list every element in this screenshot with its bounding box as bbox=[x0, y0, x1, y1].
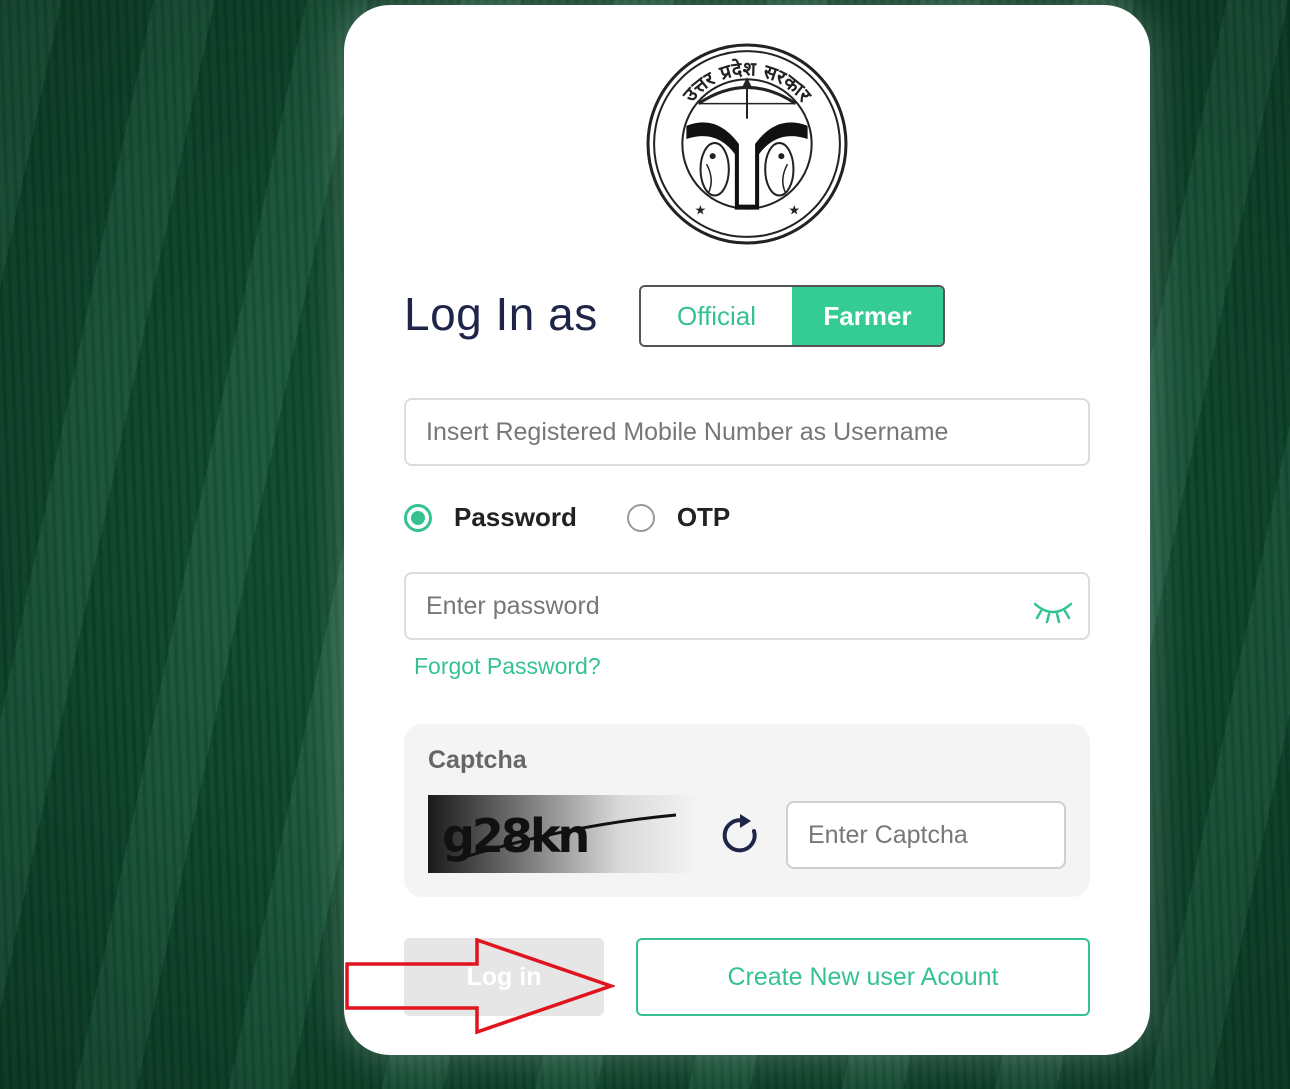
forgot-password-link[interactable]: Forgot Password? bbox=[414, 653, 601, 680]
role-official-button[interactable]: Official bbox=[641, 287, 792, 345]
refresh-icon[interactable] bbox=[720, 813, 762, 857]
role-farmer-button[interactable]: Farmer bbox=[792, 287, 943, 345]
svg-text:★: ★ bbox=[788, 203, 800, 218]
captcha-input[interactable]: Enter Captcha bbox=[786, 801, 1066, 869]
login-button[interactable]: Log in bbox=[404, 938, 604, 1016]
role-toggle: Official Farmer bbox=[639, 285, 945, 347]
otp-radio[interactable]: OTP bbox=[626, 502, 731, 533]
captcha-image: g28kn bbox=[428, 795, 700, 873]
login-card: उत्तर प्रदेश सरकार ★ ★ Log In as Officia… bbox=[344, 5, 1150, 1055]
captcha-placeholder: Enter Captcha bbox=[808, 820, 968, 849]
password-radio[interactable]: Password bbox=[404, 502, 577, 533]
username-placeholder: Insert Registered Mobile Number as Usern… bbox=[426, 417, 949, 446]
auth-method-radio-group: Password OTP bbox=[404, 502, 780, 533]
radio-unchecked-icon[interactable] bbox=[626, 503, 655, 532]
login-as-heading: Log In as bbox=[404, 288, 598, 340]
password-input[interactable]: Enter password bbox=[404, 572, 1090, 640]
password-placeholder: Enter password bbox=[426, 591, 600, 620]
captcha-noise-line bbox=[457, 813, 677, 861]
otp-radio-label: OTP bbox=[676, 502, 731, 532]
eye-closed-icon[interactable] bbox=[1032, 598, 1074, 624]
svg-text:★: ★ bbox=[694, 203, 706, 218]
username-input[interactable]: Insert Registered Mobile Number as Usern… bbox=[404, 398, 1090, 466]
radio-checked-icon[interactable] bbox=[404, 503, 432, 532]
password-radio-label: Password bbox=[454, 502, 577, 532]
captcha-title: Captcha bbox=[428, 746, 527, 774]
captcha-panel: Captcha g28kn Enter Captcha bbox=[404, 724, 1090, 897]
up-government-emblem: उत्तर प्रदेश सरकार ★ ★ bbox=[646, 43, 848, 245]
create-account-button[interactable]: Create New user Acount bbox=[636, 938, 1090, 1016]
